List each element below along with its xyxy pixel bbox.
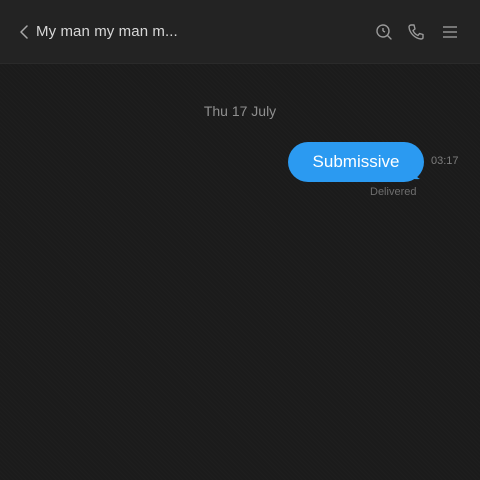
back-button[interactable] — [16, 22, 32, 42]
bubble-tail — [410, 164, 420, 180]
chat-screen: My man my man m... Thu 17 July Submissiv… — [0, 0, 480, 480]
search-icon — [376, 24, 392, 40]
phone-icon — [408, 24, 424, 40]
call-button[interactable] — [405, 21, 427, 43]
date-separator: Thu 17 July — [203, 103, 277, 119]
message-bubble[interactable]: Submissive — [288, 142, 432, 182]
message-text: Submissive — [288, 142, 424, 182]
menu-icon — [443, 26, 457, 38]
message-status: Delivered — [370, 186, 417, 198]
chevron-left-icon — [20, 25, 28, 39]
chat-header: My man my man m... — [0, 0, 480, 64]
menu-button[interactable] — [439, 21, 461, 43]
search-button[interactable] — [373, 21, 395, 43]
message-time: 03:17 — [431, 155, 459, 167]
conversation-title[interactable]: My man my man m... — [36, 22, 178, 42]
